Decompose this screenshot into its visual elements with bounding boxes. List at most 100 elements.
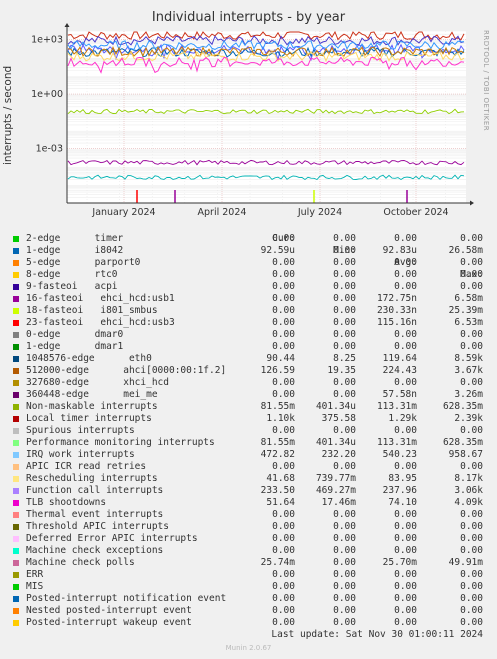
legend-avg: 115.16n	[376, 317, 417, 328]
legend-label: 18-fasteoi i801_smbus	[26, 305, 158, 316]
legend-cur: 0.00	[272, 581, 295, 592]
legend-max: 0.00	[460, 569, 483, 580]
legend-swatch	[13, 260, 19, 266]
legend-swatch	[13, 476, 19, 482]
legend-row: 1048576-edge eth0 90.44 8.25 119.64 8.59k	[12, 353, 490, 365]
legend-label: Non-maskable interrupts	[26, 401, 158, 412]
x-tick-label: October 2024	[383, 207, 448, 218]
legend-cur: 233.50	[260, 485, 295, 496]
legend-min: 0.00	[333, 461, 356, 472]
legend-row: 5-edge parport0 0.00 0.00 0.00 0.00	[12, 257, 490, 269]
legend-swatch	[13, 284, 19, 290]
legend-label: TLB shootdowns	[26, 497, 107, 508]
legend-swatch	[13, 620, 19, 626]
legend-row: Threshold APIC interrupts 0.00 0.00 0.00 0.0…	[12, 521, 490, 533]
legend-row: 0-edge dmar0 0.00 0.00 0.00 0.00	[12, 329, 490, 341]
legend-row: 360448-edge mei_me 0.00 0.00 57.58n 3.26m	[12, 389, 490, 401]
legend-row: Non-maskable interrupts 81.55m 401.34u 113.…	[12, 401, 490, 413]
legend-avg: 230.33n	[376, 305, 417, 316]
legend-min: 0.00	[333, 293, 356, 304]
legend-swatch	[13, 368, 19, 374]
legend-row: 512000-edge ahci[0000:00:1f.2] 126.59 19.3…	[12, 365, 490, 377]
legend-cur: 0.00	[272, 377, 295, 388]
y-tick-label: 1e+03	[31, 35, 63, 46]
legend-avg: 0.00	[394, 425, 417, 436]
legend-max: 0.00	[460, 533, 483, 544]
legend-label: 16-fasteoi ehci_hcd:usb1	[26, 293, 175, 304]
legend-max: 0.00	[460, 257, 483, 268]
legend-max: 3.26m	[454, 389, 483, 400]
legend-row: 2-edge timer 0.00 0.00 0.00 0.00	[12, 233, 490, 245]
legend-row: 1-edge dmar1 0.00 0.00 0.00 0.00	[12, 341, 490, 353]
legend-min: 0.00	[333, 245, 356, 256]
legend-max: 0.00	[460, 329, 483, 340]
legend-row: Nested posted-interrupt event 0.00 0.00 0.0…	[12, 605, 490, 617]
legend-row: Local timer interrupts 1.10k 375.58 1.29k 2.…	[12, 413, 490, 425]
legend-avg: 0.00	[394, 233, 417, 244]
legend-max: 0.00	[460, 341, 483, 352]
legend-row: 9-fasteoi acpi 0.00 0.00 0.00 0.00	[12, 281, 490, 293]
legend-swatch	[13, 524, 19, 530]
legend-row: Function call interrupts 233.50 469.27m 237…	[12, 485, 490, 497]
legend-row: IRQ work interrupts 472.82 232.20 540.23 958…	[12, 449, 490, 461]
legend-cur: 0.00	[272, 389, 295, 400]
legend-swatch	[13, 536, 19, 542]
legend-cur: 0.00	[272, 569, 295, 580]
legend-row: 16-fasteoi ehci_hcd:usb1 0.00 0.00 172.75n 6…	[12, 293, 490, 305]
legend-label: Machine check exceptions	[26, 545, 164, 556]
legend-label: Local timer interrupts	[26, 413, 152, 424]
legend-label: 1-edge dmar1	[26, 341, 124, 352]
legend-row: Thermal event interrupts 0.00 0.00 0.00 0.00	[12, 509, 490, 521]
legend-label: 512000-edge ahci[0000:00:1f.2]	[26, 365, 227, 376]
legend-cur: 472.82	[260, 449, 295, 460]
legend-avg: 113.31m	[376, 401, 417, 412]
legend-min: 0.00	[333, 581, 356, 592]
legend-cur: 0.00	[272, 617, 295, 628]
legend-label: 5-edge parport0	[26, 257, 141, 268]
legend-cur: 0.00	[272, 593, 295, 604]
legend-avg: 0.00	[394, 593, 417, 604]
x-tick-label: April 2024	[198, 207, 247, 218]
legend-swatch	[13, 272, 19, 278]
legend-avg: 92.83u	[382, 245, 417, 256]
legend-label: Machine check polls	[26, 557, 135, 568]
legend-min: 0.00	[333, 341, 356, 352]
legend-min: 0.00	[333, 389, 356, 400]
legend-max: 3.06k	[454, 485, 483, 496]
legend-min: 0.00	[333, 557, 356, 568]
legend-min: 0.00	[333, 569, 356, 580]
legend-max: 628.35m	[442, 401, 483, 412]
legend-row: APIC ICR read retries 0.00 0.00 0.00 0.00	[12, 461, 490, 473]
legend-cur: 41.68	[266, 473, 295, 484]
chart-plot: 1e-03 1e+00 1e+03 January 2024 April 2024 Jul…	[31, 23, 474, 218]
legend-max: 628.35m	[442, 437, 483, 448]
legend-avg: 57.58n	[382, 389, 417, 400]
legend-max: 0.00	[460, 581, 483, 592]
legend-min: 0.00	[333, 305, 356, 316]
legend-label: 8-edge rtc0	[26, 269, 118, 280]
legend-swatch	[13, 320, 19, 326]
legend-avg: 0.00	[394, 377, 417, 388]
legend-label: ERR	[26, 569, 44, 580]
legend-min: 0.00	[333, 317, 356, 328]
legend-row: MIS 0.00 0.00 0.00 0.00	[12, 581, 490, 593]
legend-swatch	[13, 488, 19, 494]
legend-cur: 90.44	[266, 353, 295, 364]
legend-min: 0.00	[333, 257, 356, 268]
legend-max: 26.58m	[448, 245, 483, 256]
legend-swatch	[13, 404, 19, 410]
legend-max: 0.00	[460, 461, 483, 472]
legend-min: 8.25	[333, 353, 356, 364]
legend-label: 0-edge dmar0	[26, 329, 124, 340]
legend-swatch	[13, 572, 19, 578]
legend-label: 23-fasteoi ehci_hcd:usb3	[26, 317, 175, 328]
x-axis-arrow	[470, 200, 474, 206]
legend-avg: 0.00	[394, 461, 417, 472]
legend-min: 0.00	[333, 377, 356, 388]
legend-min: 0.00	[333, 329, 356, 340]
legend-avg: 74.10	[388, 497, 417, 508]
y-tick-label: 1e-03	[36, 144, 63, 155]
legend-label: 2-edge timer	[26, 233, 124, 244]
legend-min: 401.34u	[315, 401, 356, 412]
legend-min: 739.77m	[315, 473, 356, 484]
